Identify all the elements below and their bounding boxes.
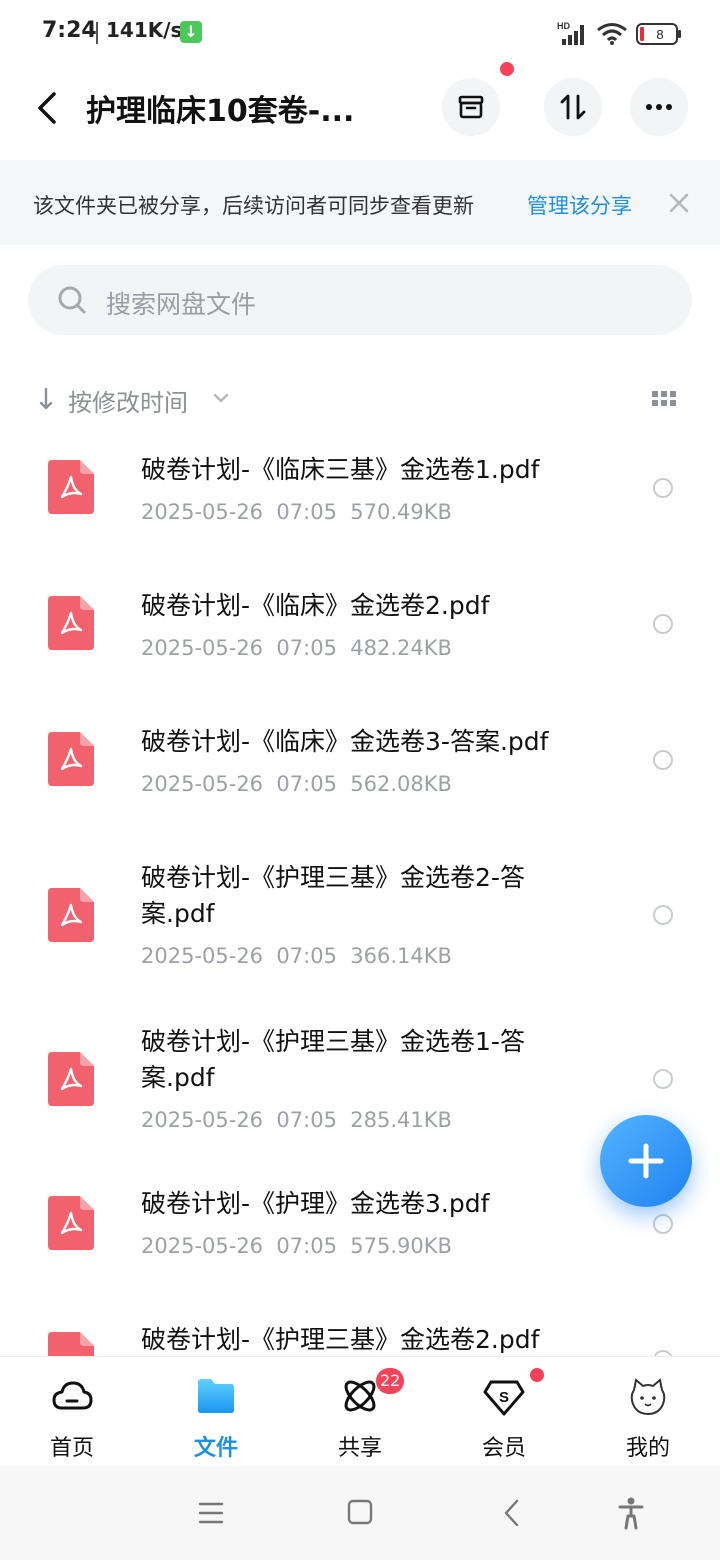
nav-label: 会员 (481, 1436, 526, 1461)
file-meta: 2025-05-26 07:05 285.41KB (141, 1108, 452, 1132)
pdf-file-icon (48, 596, 94, 650)
file-row[interactable]: 破卷计划-《临床三基》金选卷1.pdf 2025-05-26 07:05 570… (0, 440, 720, 560)
menu-icon[interactable] (191, 1496, 231, 1530)
download-arrow-icon: ↓ (180, 21, 202, 43)
svg-text:HD: HD (557, 21, 570, 31)
status-time: 7:24 (42, 18, 97, 43)
file-row[interactable]: 破卷计划-《护理三基》金选卷2-答案.pdf 2025-05-26 07:05 … (0, 848, 720, 988)
select-radio[interactable] (653, 478, 673, 498)
signal-icon: HD (557, 21, 584, 45)
pdf-file-icon (48, 1196, 94, 1250)
home-square-icon[interactable] (340, 1496, 380, 1530)
sort-toggle-button[interactable] (544, 78, 602, 136)
plus-icon (628, 1143, 664, 1179)
nav-files[interactable]: 文件 (166, 1370, 266, 1461)
file-row[interactable]: 破卷计划-《临床》金选卷3-答案.pdf 2025-05-26 07:05 56… (0, 712, 720, 832)
vip-diamond-icon: S (483, 1380, 525, 1416)
nav-home[interactable]: 首页 (22, 1370, 122, 1461)
select-radio[interactable] (653, 750, 673, 770)
grid-view-icon[interactable] (651, 390, 677, 408)
file-row[interactable]: 破卷计划-《临床》金选卷2.pdf 2025-05-26 07:05 482.2… (0, 576, 720, 696)
back-button[interactable] (28, 84, 68, 132)
pdf-file-icon (48, 460, 94, 514)
file-name: 破卷计划-《护理三基》金选卷2.pdf (141, 1325, 540, 1354)
cloud-home-icon (52, 1381, 93, 1410)
archive-notification-dot (500, 62, 514, 76)
select-radio[interactable] (653, 1214, 673, 1234)
search-placeholder: 搜索网盘文件 (106, 290, 257, 319)
file-meta: 2025-05-26 07:05 366.14KB (141, 944, 452, 968)
wifi-icon (597, 23, 627, 45)
search-icon (58, 286, 86, 314)
pdf-file-icon (48, 888, 94, 942)
pdf-file-icon (48, 732, 94, 786)
sort-direction-icon[interactable] (38, 386, 54, 412)
archive-button[interactable] (442, 78, 500, 136)
avatar-cat-icon (630, 1378, 666, 1416)
folder-title: 护理临床10套卷-... (86, 94, 355, 129)
file-name: 破卷计划-《护理》金选卷3.pdf (141, 1189, 490, 1218)
more-button[interactable] (630, 78, 688, 136)
nav-vip[interactable]: S 会员 (454, 1368, 554, 1461)
nav-share[interactable]: 22 共享 (310, 1368, 410, 1461)
file-meta: 2025-05-26 07:05 575.90KB (141, 1234, 452, 1258)
svg-text:8: 8 (656, 27, 663, 42)
nav-label: 首页 (49, 1436, 94, 1461)
share-badge: 22 (376, 1368, 405, 1394)
svg-text:S: S (499, 1389, 509, 1406)
system-back-icon[interactable] (492, 1496, 532, 1530)
pdf-file-icon (48, 1332, 94, 1356)
file-name: 破卷计划-《护理三基》金选卷2-答案.pdf (141, 863, 525, 928)
nav-label: 我的 (625, 1436, 670, 1461)
file-row[interactable]: 破卷计划-《护理三基》金选卷2.pdf (0, 1312, 720, 1356)
manage-share-link[interactable]: 管理该分享 (527, 190, 632, 220)
chevron-down-icon[interactable] (212, 392, 230, 404)
network-speed: 141K/s (106, 18, 183, 42)
nav-profile[interactable]: 我的 (598, 1370, 698, 1461)
select-radio[interactable] (653, 1069, 673, 1089)
nav-label: 共享 (337, 1436, 382, 1461)
sort-arrows-icon (560, 94, 586, 120)
vip-notification-dot (530, 1368, 544, 1382)
more-dots-icon (646, 104, 672, 110)
share-banner-text: 该文件夹已被分享，后续访问者可同步查看更新 (33, 194, 474, 218)
select-radio[interactable] (653, 614, 673, 634)
add-button[interactable] (600, 1115, 692, 1207)
sort-label[interactable]: 按修改时间 (68, 383, 188, 418)
file-name: 破卷计划-《临床三基》金选卷1.pdf (141, 455, 540, 484)
archive-box-icon (458, 95, 484, 119)
battery-icon: 8 (636, 23, 681, 45)
file-name: 破卷计划-《护理三基》金选卷1-答案.pdf (141, 1027, 525, 1092)
nav-label: 文件 (193, 1436, 238, 1461)
close-icon[interactable] (666, 190, 692, 216)
file-name: 破卷计划-《临床》金选卷2.pdf (141, 591, 490, 620)
file-meta: 2025-05-26 07:05 562.08KB (141, 772, 452, 796)
file-meta: 2025-05-26 07:05 570.49KB (141, 500, 452, 524)
file-meta: 2025-05-26 07:05 482.24KB (141, 636, 452, 660)
select-radio[interactable] (653, 905, 673, 925)
status-separator (96, 22, 98, 44)
folder-icon (198, 1379, 234, 1413)
file-name: 破卷计划-《临床》金选卷3-答案.pdf (141, 727, 549, 756)
accessibility-icon[interactable] (611, 1496, 651, 1530)
pdf-file-icon (48, 1052, 94, 1106)
